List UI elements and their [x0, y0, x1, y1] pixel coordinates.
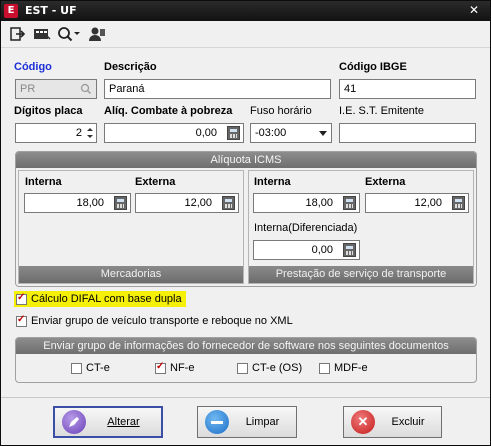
calculator-icon[interactable] [222, 196, 235, 210]
calculator-icon[interactable] [343, 243, 356, 257]
doc-cte-os-checkbox[interactable]: CT-e (OS) [237, 362, 302, 374]
transp-externa-field[interactable]: 12,00 [365, 193, 469, 213]
transporte-footer: Prestação de serviço de transporte [249, 266, 473, 283]
aliq-combate-field[interactable]: 0,00 [104, 123, 244, 143]
excluir-button[interactable]: ✕ Excluir [343, 406, 442, 438]
merc-interna-label: Interna [25, 176, 62, 188]
merc-interna-value: 18,00 [76, 197, 104, 209]
edit-icon [62, 410, 86, 434]
digitos-placa-value: 2 [75, 127, 82, 139]
difal-checkbox[interactable]: Cálculo DIFAL com base dupla [14, 291, 186, 307]
transp-diferenciada-value: 0,00 [311, 244, 333, 256]
doc-nfe-check-icon[interactable] [155, 361, 166, 374]
fuso-horario-value: -03:00 [255, 127, 287, 139]
user-icon[interactable] [87, 25, 107, 43]
aliquota-icms-title: Alíquota ICMS [16, 152, 476, 168]
limpar-button[interactable]: Limpar [197, 406, 297, 438]
descricao-field[interactable]: Paraná [104, 79, 331, 99]
codigo-field[interactable]: PR [15, 79, 97, 99]
transporte-panel: Interna Externa 18,00 12,00 Interna(Dife… [248, 170, 474, 284]
doc-cte-check-icon[interactable] [71, 362, 82, 374]
doc-nfe-label: NF-e [170, 362, 195, 374]
veiculo-label: Enviar grupo de veículo transporte e reb… [31, 315, 293, 327]
codigo-ibge-value: 41 [344, 83, 357, 95]
transp-diferenciada-field[interactable]: 0,00 [253, 240, 360, 260]
digitos-placa-label: Dígitos placa [14, 105, 83, 117]
merc-externa-value: 12,00 [184, 197, 212, 209]
difal-check-icon[interactable] [16, 292, 27, 305]
app-icon: E [4, 4, 18, 18]
ie-st-field[interactable] [339, 123, 476, 143]
toolbar [1, 21, 490, 48]
aliq-combate-value: 0,00 [195, 127, 217, 139]
doc-cte-os-label: CT-e (OS) [252, 362, 303, 374]
difal-label: Cálculo DIFAL com base dupla [31, 293, 182, 305]
search-icon[interactable] [80, 83, 92, 95]
codigo-ibge-field[interactable]: 41 [339, 79, 476, 99]
doc-nfe-checkbox[interactable]: NF-e [155, 361, 195, 374]
calculator-icon[interactable] [114, 196, 127, 210]
veiculo-checkbox[interactable]: Enviar grupo de veículo transporte e reb… [16, 314, 293, 327]
excluir-label: Excluir [391, 416, 425, 428]
alterar-button[interactable]: Alterar [53, 406, 163, 438]
merc-interna-field[interactable]: 18,00 [24, 193, 131, 213]
codigo-ibge-label: Código IBGE [339, 61, 407, 73]
mercadorias-panel: Interna Externa 18,00 12,00 Mercadorias [18, 170, 244, 284]
fuso-horario-select[interactable]: -03:00 [250, 123, 332, 143]
doc-mdfe-checkbox[interactable]: MDF-e [319, 362, 368, 374]
veiculo-check-icon[interactable] [16, 314, 27, 327]
search-icon[interactable] [56, 25, 82, 43]
limpar-label: Limpar [245, 416, 280, 428]
transp-diferenciada-label: Interna(Diferenciada) [254, 222, 358, 234]
doc-cte-os-check-icon[interactable] [237, 362, 248, 374]
doc-cte-label: CT-e [86, 362, 110, 374]
docs-group: Enviar grupo de informações do fornecedo… [15, 337, 477, 383]
digitos-placa-field[interactable]: 2 [15, 123, 97, 143]
title-bar: E EST - UF ✕ [1, 1, 490, 21]
doc-cte-checkbox[interactable]: CT-e [71, 362, 110, 374]
transp-externa-value: 12,00 [414, 197, 442, 209]
transp-interna-field[interactable]: 18,00 [253, 193, 360, 213]
record-icon[interactable] [32, 25, 52, 43]
close-icon[interactable]: ✕ [466, 2, 482, 18]
calculator-icon[interactable] [452, 196, 465, 210]
merc-externa-field[interactable]: 12,00 [135, 193, 239, 213]
window-title: EST - UF [25, 4, 77, 17]
docs-group-title: Enviar grupo de informações do fornecedo… [16, 338, 476, 354]
ie-st-label: I.E. S.T. Emitente [339, 105, 424, 117]
transp-externa-label: Externa [365, 176, 406, 188]
aliq-combate-label: Alíq. Combate à pobreza [104, 105, 233, 117]
transp-interna-value: 18,00 [305, 197, 333, 209]
chevron-down-icon [319, 131, 327, 136]
minus-icon [205, 410, 229, 434]
delete-icon: ✕ [351, 410, 375, 434]
descricao-value: Paraná [109, 83, 145, 95]
transp-interna-label: Interna [254, 176, 291, 188]
merc-externa-label: Externa [135, 176, 176, 188]
exit-icon[interactable] [9, 25, 27, 43]
spinner-icon[interactable] [85, 125, 95, 141]
window: E EST - UF ✕ Código Descrição Código IBG… [0, 0, 491, 446]
calculator-icon[interactable] [227, 126, 240, 140]
calculator-icon[interactable] [343, 196, 356, 210]
alterar-label: Alterar [107, 416, 140, 428]
fuso-horario-label: Fuso horário [250, 105, 312, 117]
codigo-label: Código [14, 61, 52, 73]
descricao-label: Descrição [104, 61, 157, 73]
doc-mdfe-check-icon[interactable] [319, 362, 330, 374]
doc-mdfe-label: MDF-e [334, 362, 368, 374]
divider [1, 397, 490, 398]
mercadorias-footer: Mercadorias [19, 266, 243, 283]
aliquota-icms-group: Alíquota ICMS Interna Externa 18,00 12,0… [15, 151, 477, 287]
codigo-value: PR [20, 83, 36, 95]
